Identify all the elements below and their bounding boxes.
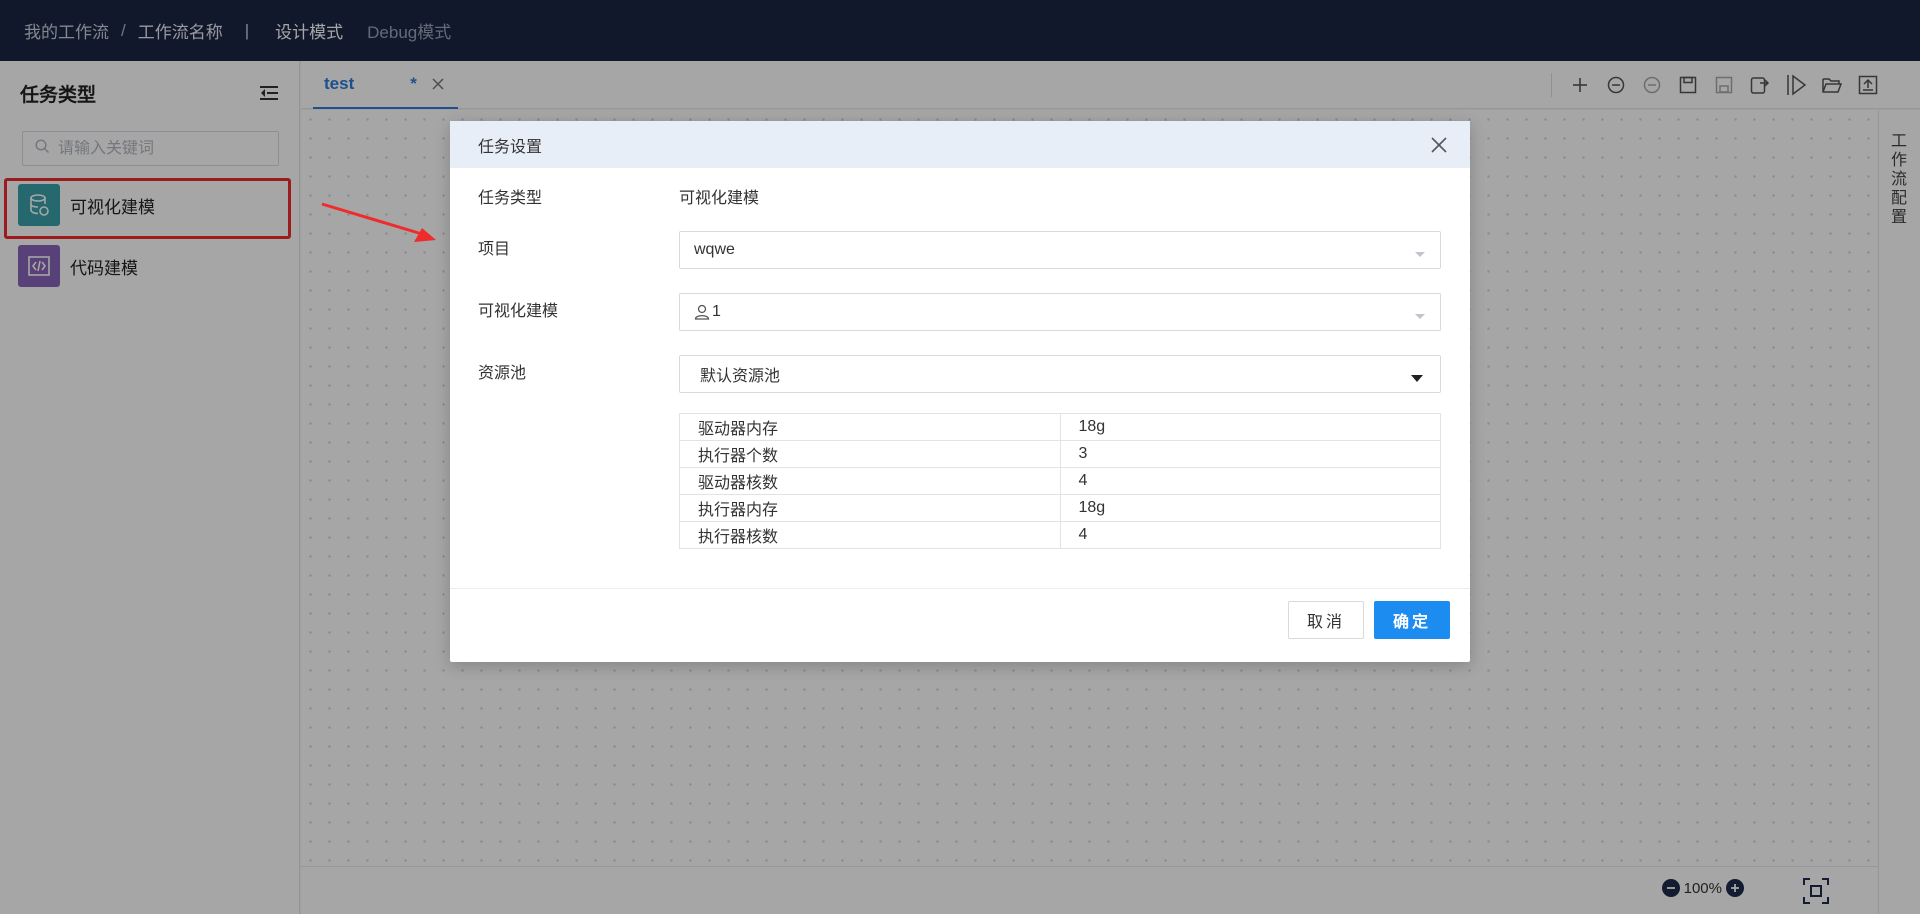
- dialog-footer-divider: [450, 588, 1470, 589]
- close-icon[interactable]: [1428, 134, 1450, 156]
- table-row: 驱动器核数 4: [679, 467, 1441, 495]
- resource-value: 4: [1059, 521, 1441, 549]
- confirm-button[interactable]: 确定: [1374, 601, 1450, 639]
- resource-value: 4: [1059, 467, 1441, 495]
- model-select-value: 1: [712, 303, 721, 320]
- task-settings-dialog: 任务设置 任务类型 可视化建模 项目 wqwe 可视化建模 1 资源池 默认资源…: [450, 121, 1470, 662]
- pool-field-label: 资源池: [478, 365, 527, 382]
- resource-value: 18g: [1059, 494, 1441, 522]
- model-select[interactable]: 1: [679, 293, 1441, 331]
- caret-down-icon: [1414, 308, 1426, 326]
- resource-table: 驱动器内存 18g 执行器个数 3 驱动器核数 4 执行器内存 18g 执行器核…: [679, 413, 1441, 549]
- dialog-title: 任务设置: [478, 138, 543, 156]
- resource-name: 驱动器内存: [679, 413, 1061, 441]
- task-type-field-label: 任务类型: [478, 190, 543, 207]
- dialog-header: 任务设置: [450, 121, 1470, 168]
- resource-value: 18g: [1059, 413, 1441, 441]
- table-row: 执行器内存 18g: [679, 494, 1441, 522]
- caret-down-icon: [1414, 246, 1426, 264]
- project-select[interactable]: wqwe: [679, 231, 1441, 269]
- model-field-label: 可视化建模: [478, 303, 559, 320]
- resource-value: 3: [1059, 440, 1441, 468]
- project-select-value: wqwe: [694, 241, 735, 258]
- resource-name: 执行器个数: [679, 440, 1061, 468]
- table-row: 执行器个数 3: [679, 440, 1441, 468]
- user-icon: [694, 304, 710, 320]
- annotation-arrow: [321, 202, 436, 242]
- caret-down-icon: [1410, 370, 1424, 388]
- resource-name: 执行器核数: [679, 521, 1061, 549]
- cancel-button[interactable]: 取消: [1288, 601, 1364, 639]
- resource-name: 执行器内存: [679, 494, 1061, 522]
- resource-pool-select[interactable]: 默认资源池: [679, 355, 1441, 393]
- resource-name: 驱动器核数: [679, 467, 1061, 495]
- resource-pool-select-value: 默认资源池: [700, 368, 781, 385]
- table-row: 驱动器内存 18g: [679, 413, 1441, 441]
- project-field-label: 项目: [478, 241, 511, 258]
- task-type-field-value: 可视化建模: [679, 190, 760, 207]
- table-row: 执行器核数 4: [679, 521, 1441, 549]
